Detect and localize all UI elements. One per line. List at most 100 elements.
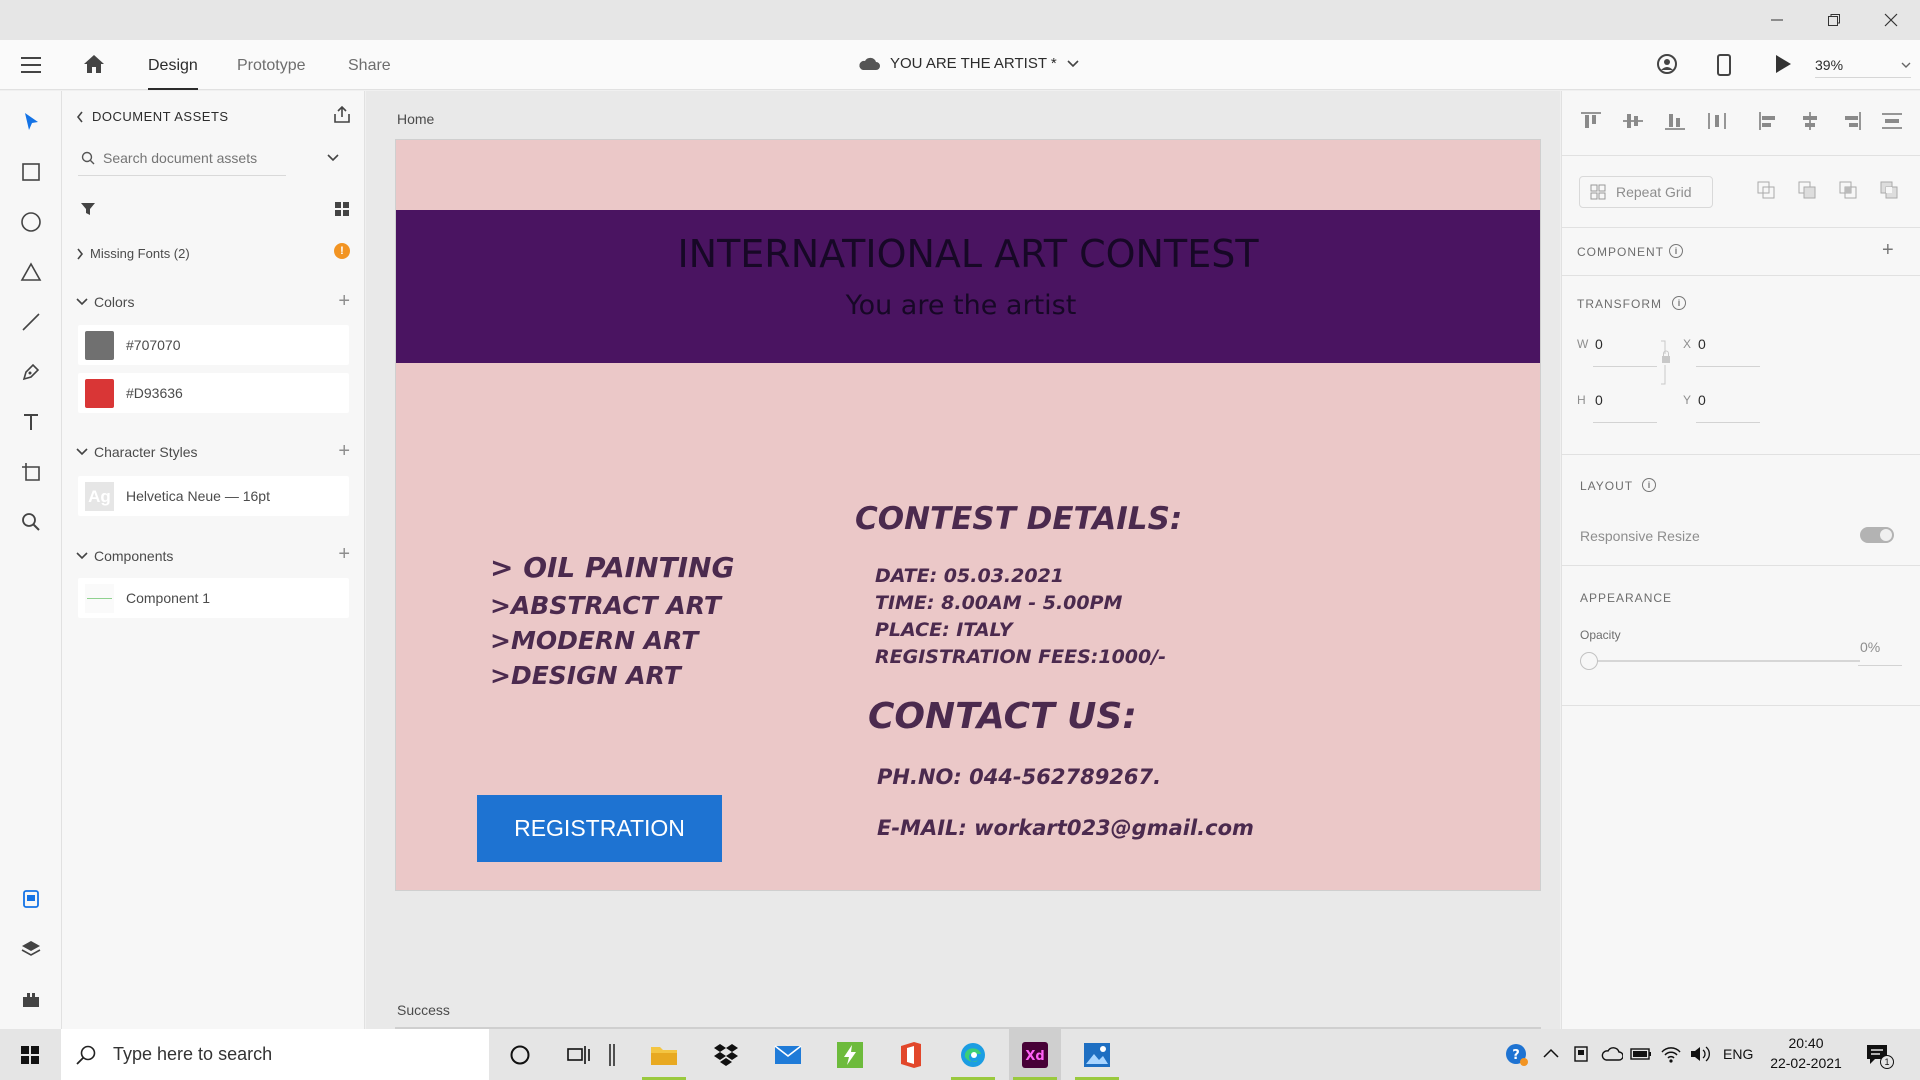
artboard-tool[interactable]	[14, 455, 48, 489]
artboard-home[interactable]: INTERNATIONAL ART CONTEST You are the ar…	[395, 139, 1541, 891]
tab-prototype[interactable]: Prototype	[237, 40, 305, 90]
text-tool[interactable]	[14, 405, 48, 439]
height-input[interactable]: 0	[1595, 392, 1603, 408]
adobe-xd-app[interactable]: Xd	[1009, 1029, 1061, 1080]
x-input[interactable]: 0	[1698, 336, 1706, 352]
tab-share[interactable]: Share	[348, 40, 391, 90]
missing-fonts-section[interactable]: Missing Fonts (2)	[76, 246, 190, 261]
registration-button[interactable]: REGISTRATION	[477, 795, 722, 862]
asset-search[interactable]	[76, 143, 349, 173]
layers-toggle[interactable]	[14, 932, 48, 966]
zoom-tool[interactable]	[14, 505, 48, 539]
add-character-style-button[interactable]: +	[338, 441, 350, 461]
components-section-header[interactable]: Components	[76, 548, 173, 564]
artboard-name[interactable]: Home	[397, 111, 434, 127]
lock-icon	[1661, 340, 1670, 385]
line-tool[interactable]	[14, 305, 48, 339]
info-icon[interactable]: i	[1642, 478, 1656, 492]
info-icon[interactable]: i	[1672, 296, 1686, 310]
align-bottom-icon[interactable]	[1664, 111, 1686, 131]
onedrive-tray-icon[interactable]	[1601, 1046, 1623, 1062]
filter-button[interactable]	[80, 201, 96, 217]
help-tray-button[interactable]: ?	[1505, 1043, 1529, 1067]
character-styles-section-header[interactable]: Character Styles	[76, 444, 197, 460]
add-color-button[interactable]: +	[338, 291, 350, 311]
distribute-vertical-icon[interactable]	[1706, 111, 1728, 131]
document-assets-toggle[interactable]	[14, 882, 48, 916]
lock-aspect-button[interactable]	[1659, 340, 1673, 386]
polygon-tool[interactable]	[14, 255, 48, 289]
search-icon	[76, 1045, 96, 1065]
share-user-button[interactable]	[1656, 53, 1678, 75]
minimize-button[interactable]	[1748, 0, 1805, 40]
battery-tray-icon[interactable]	[1630, 1047, 1652, 1061]
hamburger-menu-button[interactable]	[20, 55, 42, 75]
folder-icon	[651, 1046, 677, 1065]
cortana-button[interactable]	[494, 1029, 546, 1080]
restore-button[interactable]	[1805, 0, 1862, 40]
mail-app[interactable]	[762, 1029, 814, 1080]
y-input[interactable]: 0	[1698, 392, 1706, 408]
exclude-overlap-icon[interactable]	[1879, 180, 1899, 200]
office-app[interactable]	[885, 1029, 937, 1080]
add-component-button[interactable]: +	[1882, 239, 1894, 262]
zoom-dropdown[interactable]: 39%	[1815, 52, 1911, 78]
close-window-button[interactable]	[1862, 0, 1919, 40]
title-banner[interactable]: INTERNATIONAL ART CONTEST You are the ar…	[396, 210, 1540, 363]
artboard-name[interactable]: Success	[397, 1002, 450, 1018]
responsive-resize-toggle[interactable]	[1860, 527, 1894, 543]
color-swatch-item[interactable]: #D93636	[78, 373, 349, 413]
photos-app[interactable]	[1071, 1029, 1123, 1080]
volume-tray-icon[interactable]	[1689, 1045, 1711, 1063]
width-input[interactable]: 0	[1595, 336, 1603, 352]
info-icon[interactable]: i	[1669, 244, 1683, 258]
add-component-button[interactable]: +	[338, 544, 350, 564]
opacity-value[interactable]: 0%	[1860, 639, 1880, 655]
grid-view-button[interactable]	[334, 201, 350, 217]
home-button[interactable]	[82, 53, 106, 75]
component-item[interactable]: Component 1	[78, 578, 349, 618]
align-left-icon[interactable]	[1758, 111, 1780, 131]
document-title-dropdown[interactable]: YOU ARE THE ARTIST *	[858, 55, 1079, 72]
union-icon[interactable]	[1756, 180, 1776, 200]
reading-app[interactable]	[824, 1029, 876, 1080]
search-input[interactable]	[103, 150, 323, 166]
file-explorer-app[interactable]	[638, 1029, 690, 1080]
select-tool[interactable]	[14, 105, 48, 139]
network-tray-icon[interactable]	[1660, 1044, 1682, 1064]
device-preview-button[interactable]	[1716, 53, 1732, 77]
repeat-grid-button[interactable]: Repeat Grid	[1579, 176, 1713, 208]
dropbox-app[interactable]	[700, 1029, 752, 1080]
opacity-slider[interactable]	[1580, 651, 1860, 671]
align-top-icon[interactable]	[1580, 111, 1602, 131]
align-middle-icon[interactable]	[1622, 111, 1644, 131]
plugins-toggle[interactable]	[14, 982, 48, 1016]
pen-tool[interactable]	[14, 355, 48, 389]
subtract-icon[interactable]	[1797, 180, 1817, 200]
rectangle-tool[interactable]	[14, 155, 48, 189]
clock[interactable]: 20:40 22-02-2021	[1766, 1034, 1846, 1074]
taskbar-search-box[interactable]: Type here to search	[61, 1029, 489, 1080]
app-header: Design Prototype Share YOU ARE THE ARTIS…	[0, 40, 1920, 90]
character-style-item[interactable]: Ag Helvetica Neue — 16pt	[78, 476, 349, 516]
tray-device-icon[interactable]	[1572, 1045, 1590, 1063]
edge-browser-app[interactable]	[947, 1029, 999, 1080]
divider	[1562, 155, 1920, 156]
distribute-horizontal-icon[interactable]	[1881, 111, 1903, 131]
play-preview-button[interactable]	[1774, 54, 1792, 74]
share-export-icon	[334, 105, 350, 123]
tab-design[interactable]: Design	[148, 40, 198, 90]
export-assets-button[interactable]	[332, 105, 352, 125]
notification-center-button[interactable]: 1	[1866, 1043, 1894, 1069]
start-button[interactable]	[4, 1029, 56, 1080]
intersect-icon[interactable]	[1838, 180, 1858, 200]
language-indicator[interactable]: ENG	[1723, 1046, 1753, 1062]
align-right-icon[interactable]	[1840, 111, 1862, 131]
color-swatch-item[interactable]: #707070	[78, 325, 349, 365]
contest-title: INTERNATIONAL ART CONTEST	[677, 232, 1259, 276]
ellipse-tool[interactable]	[14, 205, 48, 239]
colors-section-header[interactable]: Colors	[76, 294, 134, 310]
align-center-icon[interactable]	[1799, 111, 1821, 131]
assets-back-button[interactable]: DOCUMENT ASSETS	[76, 109, 229, 124]
show-hidden-icons-button[interactable]	[1543, 1048, 1559, 1058]
